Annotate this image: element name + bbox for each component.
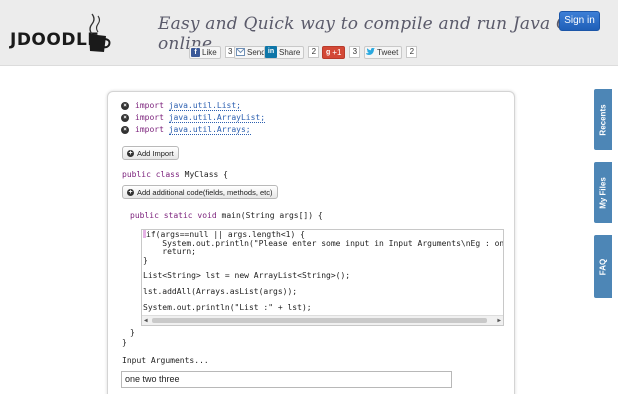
- code-panel: × import java.util.List; × import java.u…: [107, 91, 515, 394]
- plus-icon: +: [127, 149, 134, 157]
- main-method-declaration: public static void main(String args[]) {: [130, 211, 323, 220]
- tab-recents[interactable]: Recents: [594, 89, 612, 150]
- googleplus-count: 3: [349, 46, 361, 58]
- tab-faq[interactable]: FAQ: [594, 235, 612, 298]
- tab-faq-label: FAQ: [598, 258, 608, 275]
- main-keyword: public static void: [130, 211, 217, 220]
- add-import-label: Add Import: [137, 148, 174, 158]
- twitter-tweet-button[interactable]: Tweet: [364, 45, 403, 59]
- facebook-like-button[interactable]: f Like: [189, 45, 221, 59]
- code-line: }: [143, 256, 148, 265]
- twitter-tweet-count: 2: [406, 46, 418, 58]
- facebook-like-label: Like: [202, 47, 217, 57]
- input-arguments-label: Input Arguments...: [122, 356, 209, 365]
- code-line: lst.addAll(Arrays.asList(args));: [143, 287, 298, 296]
- scroll-right-icon[interactable]: ▶: [497, 317, 501, 324]
- class-declaration: public class MyClass {: [122, 170, 228, 179]
- scrollbar-thumb[interactable]: [152, 318, 487, 323]
- class-keyword: public class: [122, 170, 180, 179]
- twitter-bird-icon: [366, 48, 375, 55]
- tab-my-files[interactable]: My Files: [594, 162, 612, 223]
- import-keyword: import: [135, 125, 164, 134]
- code-line: System.out.println("List :" + lst);: [143, 303, 312, 312]
- linkedin-icon: in: [265, 46, 277, 58]
- main-signature: main(String args[]) {: [221, 211, 323, 220]
- remove-import-icon[interactable]: ×: [121, 101, 129, 110]
- twitter-tweet-label: Tweet: [377, 47, 399, 57]
- facebook-like-group: f Like 3: [189, 45, 236, 59]
- code-line: System.out.println("Please enter some in…: [162, 239, 504, 248]
- googleplus-label: +1: [332, 47, 342, 57]
- add-additional-code-button[interactable]: + Add additional code(fields, methods, e…: [122, 185, 278, 199]
- code-line: List<String> lst = new ArrayList<String>…: [143, 271, 351, 280]
- googleplus-icon: g: [326, 48, 331, 56]
- main-closing-brace: }: [130, 328, 135, 337]
- import-row: × import java.util.ArrayList;: [121, 113, 266, 123]
- linkedin-share-button[interactable]: in Share: [264, 45, 305, 59]
- import-row: × import java.util.List;: [121, 101, 241, 111]
- twitter-tweet-group: Tweet 2: [364, 45, 418, 59]
- code-editor-content[interactable]: if(args==null || args.length<1) { System…: [142, 230, 504, 316]
- class-name: MyClass {: [184, 170, 228, 179]
- remove-import-icon[interactable]: ×: [121, 113, 129, 122]
- sign-in-button[interactable]: Sign in: [559, 11, 600, 31]
- linkedin-share-group: in Share 2: [264, 45, 320, 59]
- import-row: × import java.util.Arrays;: [121, 125, 251, 135]
- import-package[interactable]: java.util.Arrays;: [168, 125, 251, 135]
- header: JDOODLE Easy and Quick way to compile an…: [0, 0, 618, 66]
- import-package[interactable]: java.util.ArrayList;: [168, 113, 266, 123]
- add-additional-code-label: Add additional code(fields, methods, etc…: [137, 187, 273, 197]
- scroll-left-icon[interactable]: ◀: [144, 317, 148, 324]
- tab-recents-label: Recents: [598, 103, 608, 136]
- linkedin-share-count: 2: [308, 46, 320, 58]
- import-keyword: import: [135, 101, 164, 110]
- googleplus-group: g +1 3: [322, 45, 361, 59]
- code-line: if(args==null || args.length<1) {: [143, 230, 305, 239]
- jdoodle-logo[interactable]: JDOODLE: [8, 10, 111, 54]
- tab-my-files-label: My Files: [598, 176, 608, 209]
- remove-import-icon[interactable]: ×: [121, 125, 129, 134]
- import-package[interactable]: java.util.List;: [168, 101, 241, 111]
- class-closing-brace: }: [122, 338, 127, 347]
- googleplus-button[interactable]: g +1: [322, 45, 346, 59]
- code-editor[interactable]: if(args==null || args.length<1) { System…: [141, 229, 504, 326]
- coffee-cup-icon: [89, 13, 111, 52]
- linkedin-share-label: Share: [279, 47, 301, 57]
- input-arguments-field[interactable]: one two three: [121, 371, 452, 388]
- facebook-icon: f: [191, 47, 200, 57]
- envelope-icon: [236, 48, 245, 56]
- horizontal-scrollbar[interactable]: ◀ ▶: [142, 315, 503, 325]
- add-import-button[interactable]: + Add Import: [122, 146, 179, 160]
- code-line: return;: [143, 247, 196, 256]
- import-keyword: import: [135, 113, 164, 122]
- email-send-label: Send: [247, 47, 266, 57]
- plus-icon: +: [127, 188, 134, 196]
